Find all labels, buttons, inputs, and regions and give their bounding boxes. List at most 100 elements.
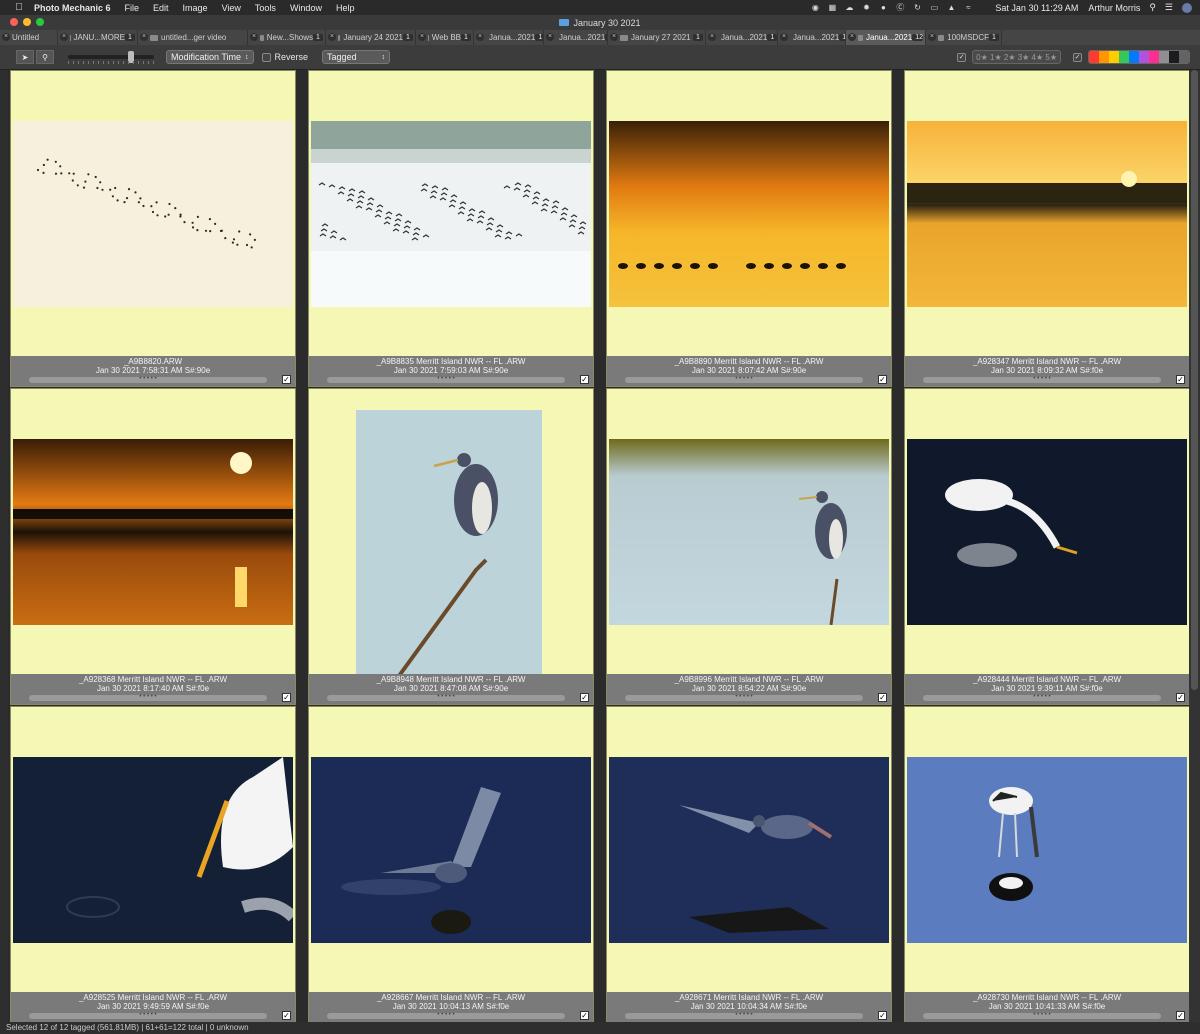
color-swatch-4[interactable] [1119, 51, 1129, 63]
tab-6[interactable]: × Web BB 1 [416, 30, 474, 45]
thumbnail-cell[interactable]: _A9B8820.ARW Jan 30 2021 7:58:31 AM S#:90… [10, 70, 296, 387]
display-icon[interactable]: ▭ [929, 3, 939, 12]
select-tool-button[interactable]: ➤ [16, 50, 34, 64]
grid-scrollbar[interactable] [1189, 70, 1200, 1022]
thumbnail-cell[interactable]: _A928444 Merritt Island NWR -- FL .ARW Ja… [904, 388, 1190, 705]
thumbnail-cell[interactable]: _A928368 Merritt Island NWR -- FL .ARW Ja… [10, 388, 296, 705]
star-rating-bar[interactable]: • • • • • [625, 376, 863, 383]
tab-4[interactable]: × New...Shows 1 [248, 30, 326, 45]
close-tab-icon[interactable]: × [848, 33, 856, 41]
color-class-filter[interactable] [1088, 50, 1190, 64]
close-tab-icon[interactable]: × [708, 33, 716, 41]
tab-2[interactable]: × JANU...MORE 1 [58, 30, 138, 45]
menu-tools[interactable]: Tools [255, 3, 276, 13]
minimize-window-button[interactable] [23, 18, 31, 26]
tag-checkbox[interactable]: ✓ [878, 693, 887, 702]
tag-checkbox[interactable]: ✓ [1176, 1011, 1185, 1020]
color-swatch-6[interactable] [1139, 51, 1149, 63]
close-tab-icon[interactable]: × [610, 33, 618, 41]
scrollbar-thumb[interactable] [1191, 70, 1198, 690]
close-tab-icon[interactable]: × [60, 33, 68, 41]
record-icon[interactable]: ◉ [810, 3, 820, 12]
star-rating-bar[interactable]: • • • • • [29, 694, 267, 701]
close-tab-icon[interactable]: × [328, 33, 336, 41]
spider-icon[interactable]: ✹ [861, 3, 871, 12]
close-tab-icon[interactable]: × [780, 33, 788, 41]
star-rating-bar[interactable]: • • • • • [327, 376, 565, 383]
clock[interactable]: Sat Jan 30 11:29 AM [995, 3, 1078, 13]
star-rating-bar[interactable]: • • • • • [29, 376, 267, 383]
film-icon[interactable]: ▦ [827, 3, 837, 12]
close-tab-icon[interactable]: × [928, 33, 936, 41]
tab-1[interactable]: × Untitled [0, 30, 58, 45]
star-rating-bar[interactable]: • • • • • [327, 1012, 565, 1019]
menu-help[interactable]: Help [336, 3, 355, 13]
photo-thumbnail[interactable] [907, 757, 1187, 943]
photo-thumbnail[interactable] [356, 410, 542, 690]
thumbnail-cell[interactable]: _A928730 Merritt Island NWR -- FL .ARW Ja… [904, 706, 1190, 1023]
tag-checkbox[interactable]: ✓ [580, 693, 589, 702]
tab-7[interactable]: × Janua...2021 1 [474, 30, 544, 45]
reverse-checkbox[interactable] [261, 52, 271, 62]
photo-thumbnail[interactable] [609, 439, 889, 625]
star-rating-bar[interactable]: • • • • • [923, 1012, 1161, 1019]
thumbnail-cell[interactable]: _A9B8948 Merritt Island NWR -- FL .ARW Ja… [308, 388, 594, 705]
menu-image[interactable]: Image [183, 3, 208, 13]
color-swatch-7[interactable] [1149, 51, 1159, 63]
tag-checkbox[interactable]: ✓ [878, 375, 887, 384]
star-rating-bar[interactable]: • • • • • [923, 694, 1161, 701]
sort-by-select[interactable]: Modification Time ↕ [166, 50, 254, 64]
tab-12[interactable]: × Janua...2021 12 [846, 30, 926, 45]
close-tab-icon[interactable]: × [250, 33, 258, 41]
filter-select[interactable]: Tagged ↕ [322, 50, 391, 64]
siri-icon[interactable] [1182, 2, 1192, 13]
star-rating-bar[interactable]: • • • • • [625, 694, 863, 701]
menu-file[interactable]: File [125, 3, 140, 13]
star-filter-checkbox[interactable]: ✓ [957, 52, 967, 62]
photo-thumbnail[interactable] [13, 439, 293, 625]
color-swatch-5[interactable] [1129, 51, 1139, 63]
thumbnail-cell[interactable]: _A9B8835 Merritt Island NWR -- FL .ARW Ja… [308, 70, 594, 387]
tab-3[interactable]: × untitled...ger video [138, 30, 248, 45]
airplay-icon[interactable]: ▲ [946, 3, 956, 12]
tag-checkbox[interactable]: ✓ [580, 375, 589, 384]
tag-checkbox[interactable]: ✓ [282, 1011, 291, 1020]
user-name[interactable]: Arthur Morris [1088, 3, 1140, 13]
star-rating-bar[interactable]: • • • • • [923, 376, 1161, 383]
close-tab-icon[interactable]: × [2, 33, 10, 41]
cloud-icon[interactable]: ☁ [844, 3, 854, 12]
skype-icon[interactable]: ● [878, 3, 888, 12]
tab-9[interactable]: × January 27 2021 1 [608, 30, 706, 45]
star-rating-bar[interactable]: • • • • • [327, 694, 565, 701]
wifi-icon[interactable]: ≈ [963, 3, 973, 12]
tab-11[interactable]: × Janua...2021 1 [778, 30, 846, 45]
menu-window[interactable]: Window [290, 3, 322, 13]
tag-checkbox[interactable]: ✓ [1176, 375, 1185, 384]
loupe-tool-button[interactable]: ⚲ [36, 50, 54, 64]
c-icon[interactable]: Ⓒ [895, 3, 905, 12]
thumbnail-cell[interactable]: _A9B8890 Merritt Island NWR -- FL .ARW Ja… [606, 70, 892, 387]
tab-10[interactable]: × Janua...2021 1 [706, 30, 778, 45]
thumbnail-cell[interactable]: _A9B8996 Merritt Island NWR -- FL .ARW Ja… [606, 388, 892, 705]
photo-thumbnail[interactable] [907, 439, 1187, 625]
photo-thumbnail[interactable] [609, 757, 889, 943]
photo-thumbnail[interactable] [13, 757, 293, 943]
photo-thumbnail[interactable] [13, 121, 293, 307]
color-filter-checkbox[interactable]: ✓ [1073, 52, 1082, 62]
sync-icon[interactable]: ↻ [912, 3, 922, 12]
spotlight-search-icon[interactable]: ⚲ [1149, 2, 1156, 13]
apple-icon[interactable]:  [12, 0, 26, 15]
photo-thumbnail[interactable] [311, 757, 591, 943]
star-rating-bar[interactable]: • • • • • [625, 1012, 863, 1019]
zoom-window-button[interactable] [36, 18, 44, 26]
tab-5[interactable]: × January 24 2021 1 [326, 30, 416, 45]
close-tab-icon[interactable]: × [140, 33, 148, 41]
photo-thumbnail[interactable] [609, 121, 889, 307]
menu-edit[interactable]: Edit [153, 3, 169, 13]
color-swatch-9[interactable] [1169, 51, 1179, 63]
tag-checkbox[interactable]: ✓ [1176, 693, 1185, 702]
tab-8[interactable]: ×Janua...20211 [544, 30, 608, 45]
photo-thumbnail[interactable] [311, 121, 591, 307]
thumbnail-cell[interactable]: _A928347 Merritt Island NWR -- FL .ARW Ja… [904, 70, 1190, 387]
color-swatch-10[interactable] [1179, 51, 1189, 63]
